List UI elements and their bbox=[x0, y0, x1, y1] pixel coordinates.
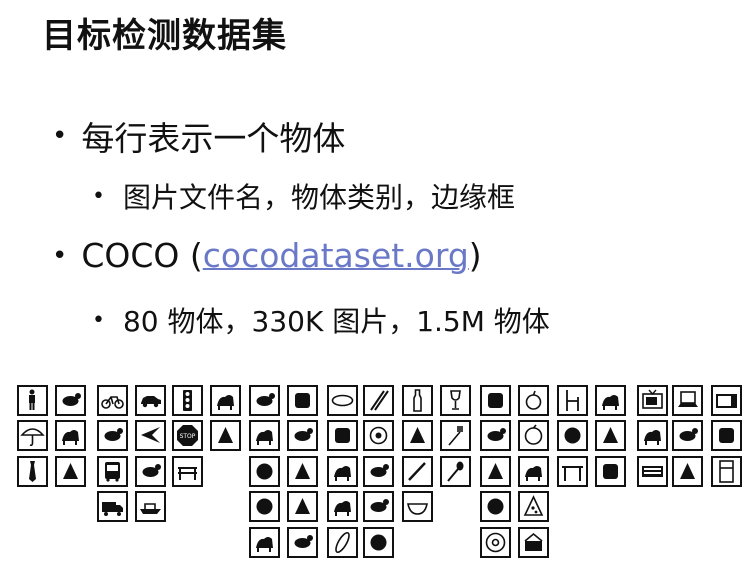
giraffe-icon bbox=[287, 527, 318, 558]
boat-icon bbox=[135, 491, 166, 522]
dog-icon bbox=[249, 420, 280, 451]
baseball-bat-icon bbox=[363, 456, 394, 487]
dining-table-icon bbox=[557, 456, 588, 487]
truck-icon bbox=[97, 491, 128, 522]
surfboard-icon bbox=[327, 527, 358, 558]
microwave-icon bbox=[711, 385, 742, 416]
snowboard-icon bbox=[327, 420, 358, 451]
frisbee-icon bbox=[327, 385, 358, 416]
mouse-icon bbox=[637, 420, 668, 451]
bullet-level2-stats: • 80 物体，330K 图片，1.5M 物体 bbox=[92, 300, 550, 340]
fire-hydrant-icon bbox=[210, 385, 241, 416]
fork-icon bbox=[440, 420, 471, 451]
coco-link[interactable]: cocodataset.org bbox=[203, 236, 469, 275]
bullet-text-prefix: COCO ( bbox=[81, 236, 203, 275]
tennis-racket-icon bbox=[363, 527, 394, 558]
cat-icon bbox=[287, 385, 318, 416]
toilet-icon bbox=[595, 456, 626, 487]
stop-sign-icon: STOP bbox=[172, 420, 203, 451]
bullet-level2-fields: • 图片文件名，物体类别，边缘框 bbox=[92, 176, 515, 216]
bullet-level1-coco: • COCO (cocodataset.org) bbox=[52, 236, 482, 275]
traffic-light-icon bbox=[172, 385, 203, 416]
bullet-text: 每行表示一个物体 bbox=[81, 119, 346, 158]
airplane-icon bbox=[135, 420, 166, 451]
pizza-icon bbox=[518, 491, 549, 522]
svg-text:STOP: STOP bbox=[180, 433, 196, 440]
laptop-icon bbox=[672, 385, 703, 416]
bullet-dot: • bbox=[52, 121, 68, 151]
train-icon bbox=[135, 456, 166, 487]
refrigerator-icon bbox=[711, 456, 742, 487]
parking-meter-icon bbox=[210, 420, 241, 451]
cow-icon bbox=[287, 456, 318, 487]
skis-icon bbox=[363, 385, 394, 416]
bullet-text-suffix: ) bbox=[468, 236, 482, 275]
spoon-icon bbox=[440, 456, 471, 487]
kite-icon bbox=[327, 456, 358, 487]
hot-dog-icon bbox=[480, 491, 511, 522]
sheep-icon bbox=[249, 456, 280, 487]
donut-icon bbox=[480, 527, 511, 558]
bullet-dot: • bbox=[52, 240, 68, 271]
bird-icon bbox=[249, 385, 280, 416]
knife-icon bbox=[402, 456, 433, 487]
bullet-text: 图片文件名，物体类别，边缘框 bbox=[122, 181, 515, 214]
chair-icon bbox=[557, 385, 588, 416]
bullet-level1-rows: • 每行表示一个物体 bbox=[52, 112, 345, 160]
potted-plant-icon bbox=[557, 420, 588, 451]
motorcycle-icon bbox=[97, 420, 128, 451]
suitcase-icon bbox=[55, 456, 86, 487]
banana-icon bbox=[480, 385, 511, 416]
remote-icon bbox=[672, 420, 703, 451]
bear-icon bbox=[287, 491, 318, 522]
handbag-icon bbox=[55, 420, 86, 451]
broccoli-icon bbox=[480, 456, 511, 487]
bench-icon bbox=[172, 456, 203, 487]
bullet-dot: • bbox=[92, 307, 105, 333]
apple-icon bbox=[518, 385, 549, 416]
sports-ball-icon bbox=[363, 420, 394, 451]
sandwich-icon bbox=[480, 420, 511, 451]
bullet-text: 80 物体，330K 图片，1.5M 物体 bbox=[122, 305, 550, 338]
backpack-icon bbox=[55, 385, 86, 416]
couch-icon bbox=[595, 385, 626, 416]
horse-icon bbox=[287, 420, 318, 451]
cup-icon bbox=[402, 420, 433, 451]
carrot-icon bbox=[518, 456, 549, 487]
oven-icon bbox=[711, 420, 742, 451]
tie-icon bbox=[17, 456, 48, 487]
elephant-icon bbox=[249, 491, 280, 522]
bicycle-icon bbox=[97, 385, 128, 416]
cake-icon bbox=[518, 527, 549, 558]
bullet-dot: • bbox=[92, 183, 105, 209]
skateboard-icon bbox=[363, 491, 394, 522]
tv-icon bbox=[637, 385, 668, 416]
baseball-glove-icon bbox=[327, 491, 358, 522]
page-title: 目标检测数据集 bbox=[42, 16, 287, 56]
wine-glass-icon bbox=[440, 385, 471, 416]
person-icon bbox=[17, 385, 48, 416]
keyboard-icon bbox=[637, 456, 668, 487]
bowl-icon bbox=[402, 491, 433, 522]
orange-icon bbox=[518, 420, 549, 451]
cell-phone-icon bbox=[672, 456, 703, 487]
car-icon bbox=[135, 385, 166, 416]
bus-icon bbox=[97, 456, 128, 487]
bottle-icon bbox=[402, 385, 433, 416]
umbrella-icon bbox=[17, 420, 48, 451]
zebra-icon bbox=[249, 527, 280, 558]
bed-icon bbox=[595, 420, 626, 451]
